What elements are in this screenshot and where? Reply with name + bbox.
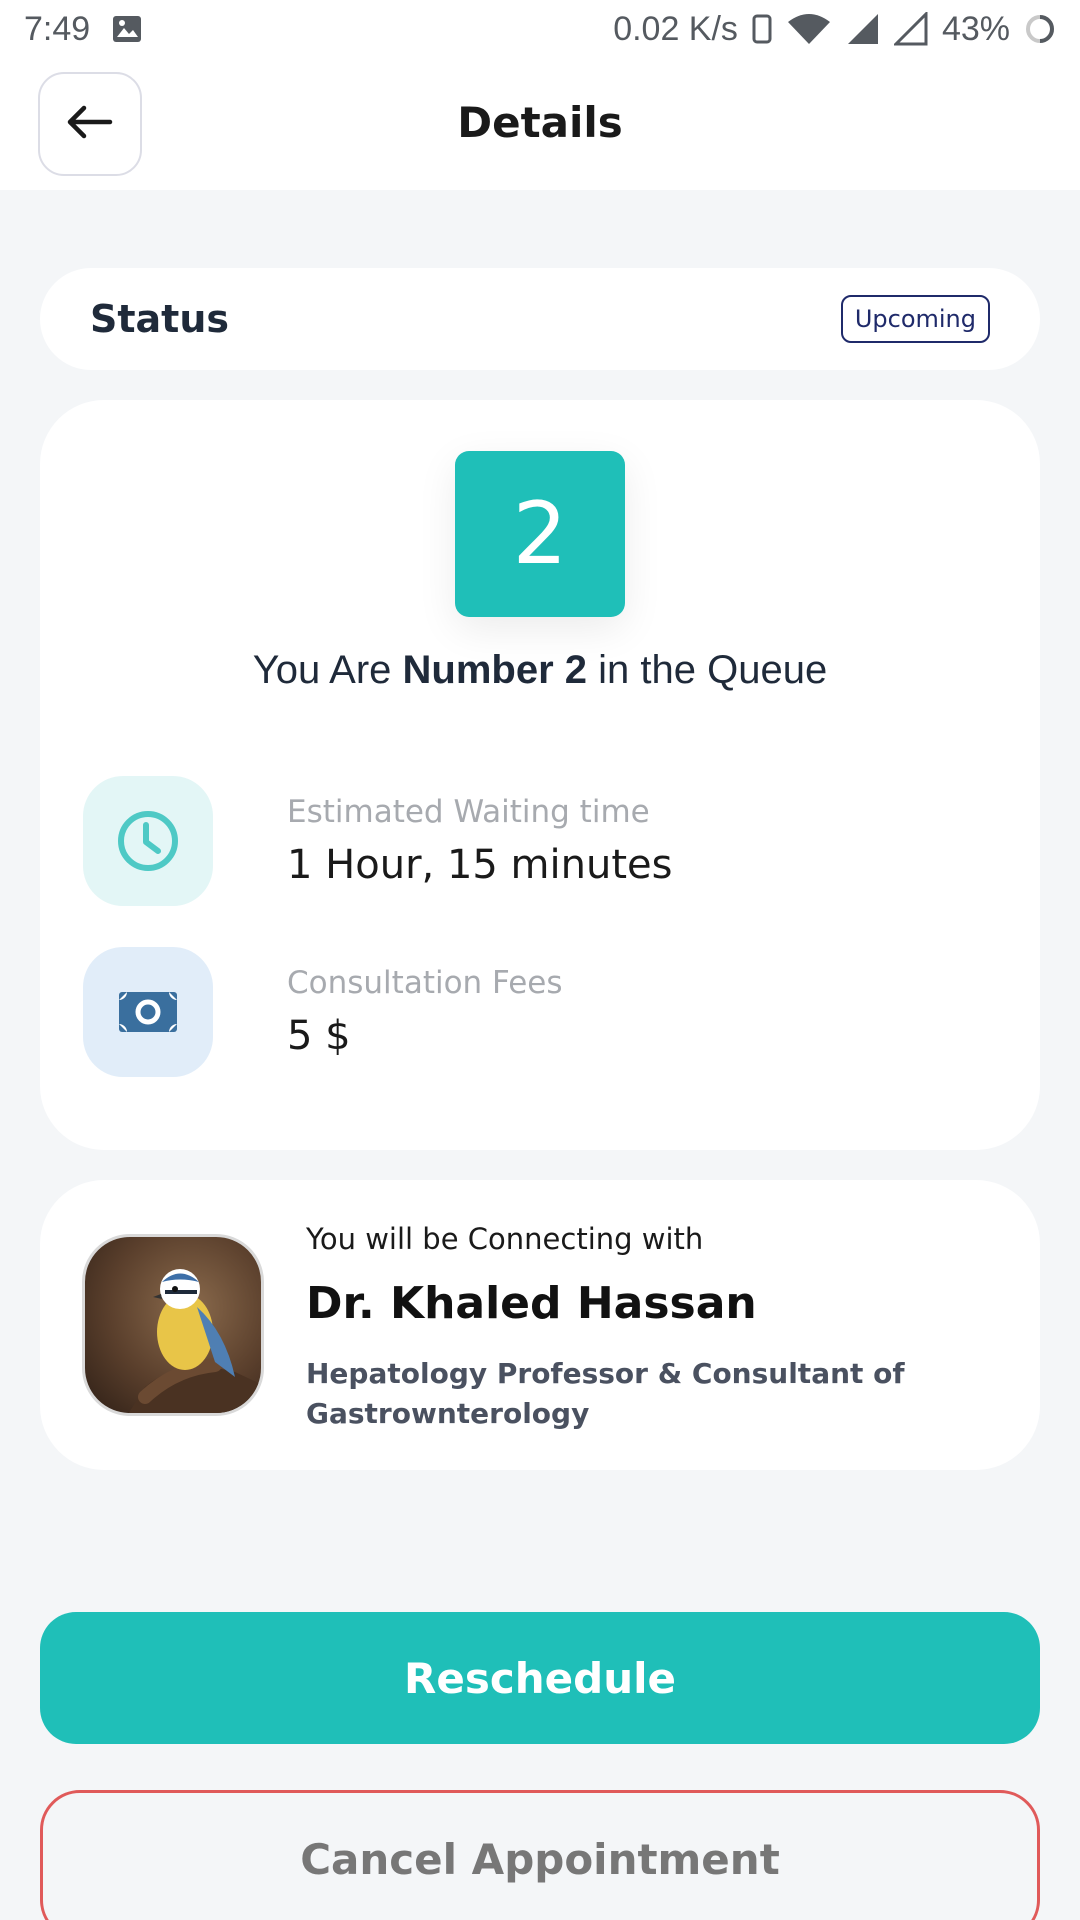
clock-time: 7:49 [24,9,91,48]
queue-position-text: You Are Number 2 in the Queue [40,648,1040,693]
status-card: Status Upcoming [40,268,1040,370]
doctor-specialty: Hepatology Professor & Consultant of Gas… [306,1357,905,1430]
consultation-fees-value: 5 $ [287,1013,351,1059]
network-speed: 0.02 K/s [613,9,738,48]
doctor-avatar [82,1234,264,1416]
reschedule-button[interactable]: Reschedule [40,1612,1040,1744]
connecting-with-label: You will be Connecting with [306,1222,704,1256]
phone-icon [752,14,772,44]
doctor-card: You will be Connecting with Dr. Khaled H… [40,1180,1040,1470]
cell-signal-r-icon [846,12,880,46]
page-title: Details [457,98,623,147]
status-badge: Upcoming [840,295,990,343]
system-status-bar: 7:49 0.02 K/s 43% [0,0,1080,58]
money-icon [83,947,213,1077]
waiting-time-label: Estimated Waiting time [287,794,650,830]
consultation-fees-row: Consultation Fees 5 $ [83,947,983,1077]
queue-text-prefix: You Are [252,648,403,692]
queue-text-suffix: in the Queue [587,648,828,692]
cancel-appointment-button[interactable]: Cancel Appointment [40,1790,1040,1920]
waiting-time-value: 1 Hour, 15 minutes [287,842,673,888]
queue-number-badge: 2 [455,451,625,617]
cell-signal-icon [893,12,928,46]
status-label: Status [90,297,230,341]
battery-percent: 43% [941,9,1010,48]
battery-ring-icon [1024,13,1056,45]
app-bar: Details [0,58,1080,190]
clock-icon [83,776,213,906]
queue-card: 2 You Are Number 2 in the Queue Estimate… [40,400,1040,1150]
doctor-name: Dr. Khaled Hassan [306,1278,757,1329]
image-notification-icon [112,15,142,43]
wifi-icon [786,12,832,46]
consultation-fees-label: Consultation Fees [287,965,563,1001]
waiting-time-row: Estimated Waiting time 1 Hour, 15 minute… [83,776,983,906]
queue-text-bold: Number 2 [402,648,588,692]
